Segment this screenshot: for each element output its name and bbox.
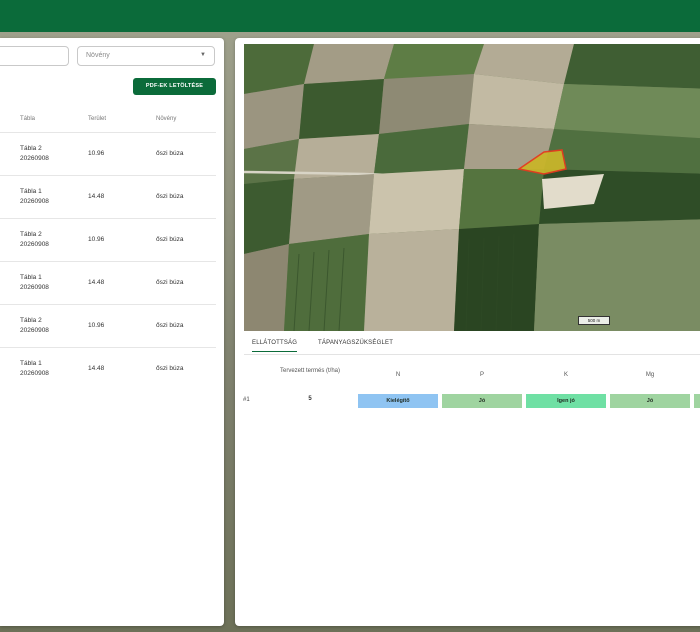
satellite-imagery	[244, 44, 700, 331]
cell-tabla: Tábla 2 20260908	[20, 317, 49, 334]
pdf-download-button[interactable]: PDF-EK LETÖLTÉSE	[133, 78, 216, 95]
crop-filter-select[interactable]: Növény ▼	[77, 46, 215, 66]
header-mg: Mg	[645, 372, 655, 378]
app-header-bar	[0, 0, 700, 32]
cell-tabla: Tábla 1 20260908	[20, 360, 49, 377]
header-k: K	[563, 372, 568, 378]
map-scale-bar: 500 m	[578, 316, 610, 325]
table-row[interactable]: Tábla 2 20260908 10.96 őszi búza	[0, 218, 216, 261]
status-badge-n: Kielégítő	[358, 394, 438, 408]
status-badge-mg: Jó	[610, 394, 690, 408]
cell-tabla: Tábla 2 20260908	[20, 145, 49, 162]
results-row: #1 5 Kielégítő Jó Igen jó Jó	[235, 394, 700, 410]
crop-filter-placeholder: Növény	[86, 52, 110, 59]
table-row[interactable]: Tábla 1 20260908 14.48 őszi búza	[0, 175, 216, 218]
cell-noveny: őszi búza	[156, 193, 184, 200]
chevron-down-icon: ▼	[200, 52, 206, 58]
cell-terulet: 14.48	[88, 193, 105, 200]
cell-noveny: őszi búza	[156, 150, 184, 157]
cell-terulet: 10.96	[88, 236, 105, 243]
column-header-terulet: Terület	[88, 116, 107, 122]
table-row[interactable]: Tábla 1 20260908 14.48 őszi búza	[0, 347, 216, 390]
status-badge-p: Jó	[442, 394, 522, 408]
tab-ellatottsag[interactable]: ELLÁTOTTSÁG	[252, 340, 298, 352]
cell-tabla: Tábla 1 20260908	[20, 274, 49, 291]
column-header-tabla: Tábla	[20, 116, 36, 122]
cell-terulet: 10.96	[88, 150, 105, 157]
cell-noveny: őszi búza	[156, 365, 184, 372]
cell-noveny: őszi búza	[156, 322, 184, 329]
cell-terulet: 14.48	[88, 365, 105, 372]
table-row[interactable]: Tábla 2 20260908 10.96 őszi búza	[0, 304, 216, 347]
tab-tapanyagszukseglet[interactable]: TÁPANYAGSZÜKSÉGLET	[318, 340, 393, 346]
status-badge-k: Igen jó	[526, 394, 606, 408]
header-n: N	[395, 372, 401, 378]
cell-terulet: 14.48	[88, 279, 105, 286]
header-yield: Tervezett termés (t/ha)	[279, 368, 341, 374]
header-p: P	[479, 372, 484, 378]
table-header: Tábla Terület Növény	[0, 116, 224, 132]
cell-noveny: őszi búza	[156, 236, 184, 243]
fields-list-panel: Növény ▼ PDF-EK LETÖLTÉSE Tábla Terület …	[0, 38, 224, 626]
satellite-map[interactable]: 500 m	[244, 44, 700, 331]
cell-tabla: Tábla 1 20260908	[20, 188, 49, 205]
cell-tabla: Tábla 2 20260908	[20, 231, 49, 248]
row-yield: 5	[308, 396, 312, 402]
table-row[interactable]: Tábla 2 20260908 10.96 őszi búza	[0, 132, 216, 175]
field-detail-panel: 500 m ELLÁTOTTSÁG TÁPANYAGSZÜKSÉGLET Ter…	[235, 38, 700, 626]
search-input[interactable]	[0, 46, 69, 66]
row-index: #1	[243, 397, 250, 403]
column-header-noveny: Növény	[156, 116, 177, 122]
status-badge-overflow	[694, 394, 700, 408]
result-tabs: ELLÁTOTTSÁG TÁPANYAGSZÜKSÉGLET	[244, 335, 700, 355]
cell-noveny: őszi búza	[156, 279, 184, 286]
cell-terulet: 10.96	[88, 322, 105, 329]
table-row[interactable]: Tábla 1 20260908 14.48 őszi búza	[0, 261, 216, 304]
